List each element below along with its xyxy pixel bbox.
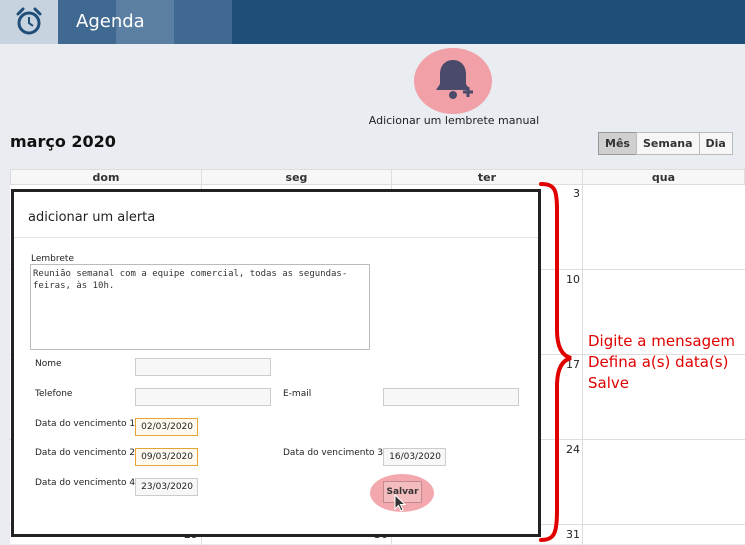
phone-label: Telefone bbox=[35, 389, 73, 399]
due-date-3-label: Data do vencimento 3 * bbox=[283, 448, 391, 458]
day-header-qua: qua bbox=[582, 169, 745, 185]
name-input[interactable] bbox=[135, 358, 271, 376]
email-label: E-mail bbox=[283, 389, 312, 399]
mouse-cursor-icon bbox=[394, 494, 406, 512]
due-date-4-label: Data do vencimento 4 * bbox=[35, 478, 143, 488]
view-switch: Mês Semana Dia bbox=[598, 132, 733, 155]
phone-input[interactable] bbox=[135, 388, 271, 406]
annotation-line-3: Salve bbox=[588, 374, 629, 392]
alarm-clock-icon bbox=[16, 7, 42, 35]
dialog-title: adicionar um alerta bbox=[28, 210, 156, 225]
due-date-1-label: Data do vencimento 1 * bbox=[35, 419, 143, 429]
annotation-line-1: Digite a mensagem bbox=[588, 332, 735, 350]
message-textarea[interactable]: Reunião semanal com a equipe comercial, … bbox=[30, 264, 370, 350]
day-header-dom: dom bbox=[10, 169, 202, 185]
view-week-button[interactable]: Semana bbox=[635, 132, 700, 155]
view-month-button[interactable]: Mês bbox=[598, 132, 637, 155]
month-title: março 2020 bbox=[10, 132, 116, 151]
due-date-2-label: Data do vencimento 2 * bbox=[35, 448, 143, 458]
due-date-4-input[interactable]: 23/03/2020 bbox=[135, 478, 198, 496]
dialog-separator bbox=[14, 237, 538, 238]
message-label: Lembrete bbox=[31, 254, 74, 264]
due-date-3-input[interactable]: 16/03/2020 bbox=[383, 448, 446, 466]
app-icon-button[interactable] bbox=[0, 0, 58, 44]
annotation-brace bbox=[539, 182, 572, 542]
due-date-1-input[interactable]: 02/03/2020 bbox=[135, 418, 198, 436]
add-alert-dialog: adicionar um alerta Lembrete Reunião sem… bbox=[11, 189, 541, 537]
annotation-line-2: Defina a(s) data(s) bbox=[588, 353, 729, 371]
bell-plus-icon bbox=[436, 60, 473, 99]
view-day-button[interactable]: Dia bbox=[698, 132, 733, 155]
grid-line bbox=[582, 185, 583, 545]
due-date-2-input[interactable]: 09/03/2020 bbox=[135, 448, 198, 466]
add-reminder-label[interactable]: Adicionar um lembrete manual bbox=[354, 114, 554, 127]
day-header-seg: seg bbox=[201, 169, 392, 185]
app-title: Agenda bbox=[76, 11, 145, 32]
email-input[interactable] bbox=[383, 388, 519, 406]
top-bar: Agenda bbox=[0, 0, 745, 44]
add-reminder-button[interactable] bbox=[414, 48, 492, 114]
name-label: Nome bbox=[35, 359, 62, 369]
